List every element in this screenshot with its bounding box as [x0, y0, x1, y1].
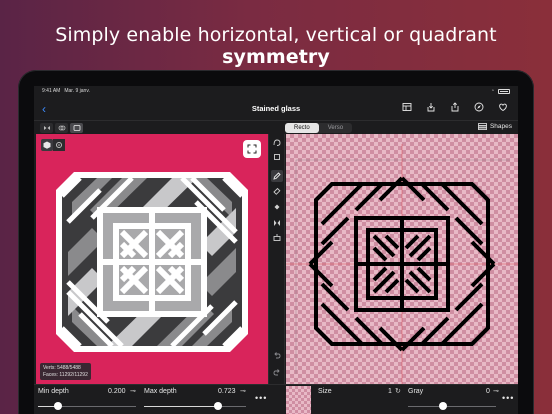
size-label: Size	[318, 388, 332, 395]
tool-pencil[interactable]	[271, 170, 283, 182]
min-depth-value: 0.200	[108, 388, 126, 395]
tool-eraser[interactable]	[271, 185, 283, 197]
material-view-button[interactable]	[53, 139, 65, 151]
tool-palette	[268, 134, 285, 384]
app-screen: 9:41 AM Mar. 9 janv. ◔ ‹ Stained glass R…	[34, 86, 518, 414]
status-indicators: ◔	[491, 88, 510, 94]
vertical-symmetry-button[interactable]	[55, 123, 68, 133]
horizontal-symmetry-button[interactable]	[40, 123, 53, 133]
share-icon[interactable]	[450, 102, 460, 112]
nav-actions	[402, 102, 508, 112]
tool-fill[interactable]	[271, 201, 283, 213]
symmetry-mode-selector	[40, 123, 83, 133]
import-icon[interactable]	[426, 102, 436, 112]
shapes-button[interactable]: Shapes	[478, 123, 512, 130]
max-depth-fill	[144, 406, 218, 407]
compass-icon[interactable]	[474, 102, 484, 112]
redo-icon	[273, 369, 280, 376]
fill-icon	[274, 204, 280, 210]
headline-text: Simply enable horizontal, vertical or qu…	[55, 24, 497, 46]
tool-mirror[interactable]	[271, 217, 283, 229]
undo-icon	[274, 352, 281, 359]
headline-bold: symmetry	[222, 46, 330, 68]
stained-glass-3d-render	[56, 172, 248, 352]
eraser-icon	[273, 187, 281, 195]
max-depth-label: Max depth	[144, 388, 177, 395]
layout-icon[interactable]	[402, 102, 412, 112]
shapes-icon	[478, 123, 487, 130]
battery-icon	[498, 88, 510, 94]
shapes-label: Shapes	[489, 123, 512, 130]
nav-bar: ‹ Stained glass	[34, 96, 518, 120]
promo-headline: Simply enable horizontal, vertical or qu…	[0, 24, 552, 68]
faces-count: Faces: 11292/11292	[43, 371, 88, 378]
gray-track	[408, 406, 496, 407]
lasso-icon	[273, 139, 281, 146]
status-bar: 9:41 AM Mar. 9 janv. ◔	[34, 86, 518, 96]
redo-button[interactable]	[271, 366, 283, 378]
min-depth-label: Min depth	[38, 388, 69, 395]
expand-icon	[247, 144, 257, 154]
parameter-bar: Min depth 0.200 ⊸ Max depth 0.723 ⊸ ••• …	[34, 384, 518, 414]
secondary-toolbar: Recto Verso Shapes	[34, 120, 518, 134]
gray-value: 0	[486, 388, 490, 395]
tab-verso[interactable]: Verso	[319, 123, 352, 133]
symmetry-pattern-drawing	[286, 144, 518, 384]
max-depth-slider[interactable]	[213, 402, 222, 410]
tool-text[interactable]	[271, 232, 283, 244]
mirror-icon	[274, 220, 280, 226]
size-reset-icon[interactable]: ↻	[395, 387, 401, 395]
stamp-icon	[273, 234, 281, 241]
side-selector: Recto Verso	[285, 123, 353, 133]
min-depth-slider[interactable]	[53, 402, 62, 410]
pattern-swatch[interactable]	[286, 386, 311, 414]
gray-slider[interactable]	[439, 402, 448, 410]
status-time: 9:41 AM	[42, 88, 61, 94]
render-mode-selector	[41, 139, 65, 151]
wifi-icon: ◔	[490, 88, 494, 94]
quadrant-symmetry-button[interactable]	[70, 123, 83, 133]
tab-recto[interactable]: Recto	[285, 123, 319, 133]
preview-3d-canvas[interactable]: Verts: 5488/5488 Faces: 11292/11292	[36, 134, 268, 384]
heart-icon[interactable]	[498, 102, 508, 112]
undo-button[interactable]	[271, 349, 283, 361]
pencil-icon	[273, 172, 281, 180]
max-depth-slider-icon: ⊸	[240, 388, 246, 395]
mesh-stats: Verts: 5488/5488 Faces: 11292/11292	[40, 363, 91, 380]
left-more-button[interactable]: •••	[255, 393, 267, 403]
status-date: Mar. 9 janv.	[64, 88, 90, 94]
max-depth-value: 0.723	[218, 388, 236, 395]
size-value: 1	[388, 388, 392, 395]
tool-select[interactable]	[271, 137, 283, 149]
min-depth-slider-icon: ⊸	[130, 388, 136, 395]
solid-view-button[interactable]	[41, 139, 53, 151]
shape-icon	[274, 154, 280, 160]
cube-icon	[43, 141, 51, 149]
right-more-button[interactable]: •••	[502, 393, 514, 403]
gear-icon	[56, 142, 62, 148]
fit-view-button[interactable]	[243, 140, 261, 158]
pattern-editor-canvas[interactable]	[286, 134, 518, 384]
tool-shape[interactable]	[271, 151, 283, 163]
gray-slider-icon: ⊸	[493, 388, 499, 395]
gray-label: Gray	[408, 388, 424, 395]
